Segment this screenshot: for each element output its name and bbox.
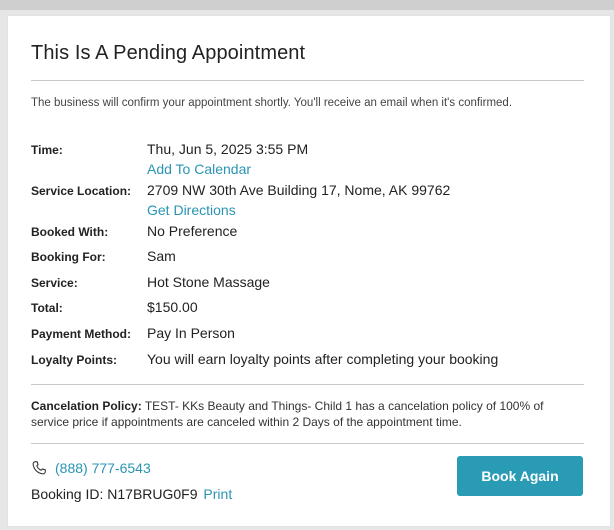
divider [31, 443, 584, 444]
loyalty-value: You will earn loyalty points after compl… [147, 351, 499, 367]
time-label: Time: [31, 143, 63, 157]
phone-row: (888) 777-6543 [31, 460, 151, 476]
pending-notice: The business will confirm your appointme… [31, 97, 513, 109]
service-value: Hot Stone Massage [147, 274, 270, 290]
top-bar [0, 0, 614, 10]
loyalty-label: Loyalty Points: [31, 353, 118, 367]
booking-id-label: Booking ID: [31, 486, 104, 502]
divider [31, 80, 584, 81]
booking-id-value: N17BRUG0F9 [107, 486, 198, 502]
divider [31, 384, 584, 385]
appointment-card: This Is A Pending Appointment The busine… [7, 15, 611, 527]
time-value: Thu, Jun 5, 2025 3:55 PM [147, 141, 309, 157]
payment-value: Pay In Person [147, 325, 235, 341]
page-title: This Is A Pending Appointment [31, 42, 306, 64]
policy-label: Cancelation Policy: [31, 399, 142, 413]
book-again-button[interactable]: Book Again [457, 456, 583, 496]
booking-for-label: Booking For: [31, 250, 106, 264]
location-value: 2709 NW 30th Ave Building 17, Nome, AK 9… [147, 182, 451, 198]
cancelation-policy: Cancelation Policy: TEST- KKs Beauty and… [31, 398, 571, 430]
phone-link[interactable]: (888) 777-6543 [55, 460, 151, 476]
booking-id-row: Booking ID: N17BRUG0F9 Print [31, 486, 232, 502]
total-value: $150.00 [147, 299, 198, 315]
location-label: Service Location: [31, 184, 132, 198]
payment-label: Payment Method: [31, 327, 132, 341]
print-link[interactable]: Print [203, 486, 232, 502]
booking-for-value: Sam [147, 248, 176, 264]
booked-with-value: No Preference [147, 223, 238, 239]
booked-with-label: Booked With: [31, 225, 109, 239]
add-to-calendar-link[interactable]: Add To Calendar [147, 161, 251, 177]
total-label: Total: [31, 301, 63, 315]
get-directions-link[interactable]: Get Directions [147, 202, 236, 218]
phone-icon [32, 461, 46, 475]
service-label: Service: [31, 276, 78, 290]
